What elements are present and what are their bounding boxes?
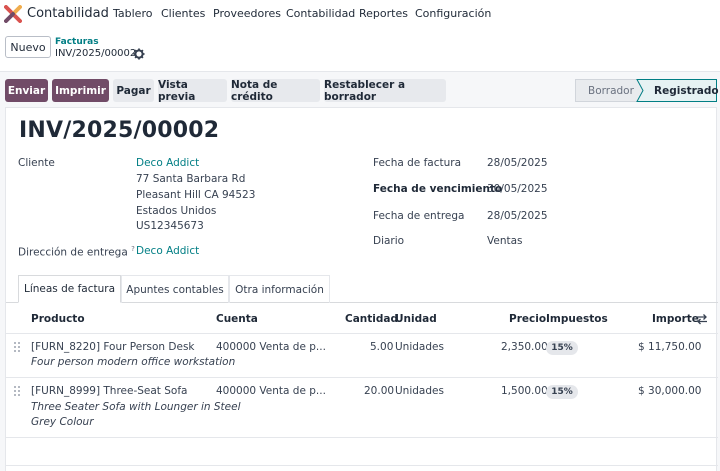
send-button[interactable]: Enviar	[5, 79, 48, 102]
new-button[interactable]: Nuevo	[5, 36, 51, 58]
reset-to-draft-button[interactable]: Restablecer a borrador	[324, 79, 446, 103]
delivery-address-link[interactable]: Deco Addict	[136, 245, 199, 257]
pay-button[interactable]: Pagar	[113, 79, 154, 102]
address-line-2: Pleasant Hill CA 94523	[136, 189, 256, 201]
row-2-amount: $ 30,000.00	[638, 385, 702, 397]
column-header-taxes[interactable]: Impuestos	[546, 313, 608, 325]
address-line-1: 77 Santa Barbara Rd	[136, 173, 246, 185]
column-header-unit[interactable]: Unidad	[395, 313, 437, 325]
address-line-3: Estados Unidos	[136, 205, 217, 217]
delivery-date-value[interactable]: 28/05/2025	[487, 210, 548, 222]
invoice-date-label: Fecha de factura	[373, 157, 462, 169]
row-2-product[interactable]: [FURN_8999] Three-Seat Sofa	[31, 385, 187, 397]
row-2-description-line-2[interactable]: Grey Colour	[31, 415, 94, 430]
print-button[interactable]: Imprimir	[52, 79, 109, 102]
status-bar: Borrador Registrado	[575, 79, 719, 102]
row-1-account[interactable]: 400000 Venta de p...	[216, 341, 326, 353]
row-2-unit[interactable]: Unidades	[395, 385, 444, 397]
drag-handle-icon[interactable]	[14, 386, 21, 396]
menu-clientes[interactable]: Clientes	[161, 7, 205, 20]
menu-configuracion[interactable]: Configuración	[415, 7, 491, 20]
credit-note-button[interactable]: Nota de crédito	[231, 79, 320, 103]
row-divider	[6, 377, 718, 378]
invoice-date-value[interactable]: 28/05/2025	[487, 157, 548, 169]
top-navbar: Contabilidad Tablero Clientes Proveedore…	[0, 0, 720, 28]
journal-value[interactable]: Ventas	[487, 235, 523, 247]
delivery-date-label: Fecha de entrega	[373, 210, 465, 222]
row-2-description-line-1[interactable]: Three Seater Sofa with Lounger in Steel	[31, 400, 241, 415]
column-header-account[interactable]: Cuenta	[216, 313, 258, 325]
menu-contabilidad[interactable]: Contabilidad	[286, 7, 355, 20]
row-1-description[interactable]: Four person modern office workstation	[31, 355, 235, 370]
invoice-form-sheet: INV/2025/00002 Cliente Deco Addict 77 Sa…	[5, 107, 718, 471]
accounting-app-icon[interactable]	[4, 5, 22, 23]
menu-tablero[interactable]: Tablero	[113, 7, 152, 20]
row-1-tax-badge[interactable]: 15%	[546, 341, 578, 355]
delivery-address-label: Dirección de entrega ?	[18, 245, 135, 259]
table-header-divider	[6, 333, 718, 334]
preview-button[interactable]: Vista previa	[158, 79, 227, 103]
menu-proveedores[interactable]: Proveedores	[213, 7, 281, 20]
tab-other-info[interactable]: Otra información	[229, 275, 330, 303]
tab-invoice-lines[interactable]: Líneas de factura	[18, 275, 121, 303]
drag-handle-icon[interactable]	[14, 342, 21, 352]
status-posted[interactable]: Registrado	[654, 79, 719, 102]
customer-label: Cliente	[18, 157, 55, 169]
delivery-address-label-text: Dirección de entrega	[18, 246, 128, 259]
optional-columns-icon[interactable]	[696, 313, 708, 325]
row-2-price[interactable]: 1,500.00	[501, 385, 548, 397]
column-header-product[interactable]: Producto	[31, 313, 85, 325]
row-divider	[6, 437, 718, 438]
menu-reportes[interactable]: Reportes	[359, 7, 408, 20]
row-divider	[6, 465, 718, 466]
row-1-unit[interactable]: Unidades	[395, 341, 444, 353]
help-icon[interactable]: ?	[131, 245, 135, 253]
journal-label: Diario	[373, 235, 405, 247]
row-2-account[interactable]: 400000 Venta de p...	[216, 385, 326, 397]
tab-journal-items[interactable]: Apuntes contables	[121, 275, 229, 303]
gear-icon[interactable]	[133, 48, 145, 60]
column-header-quantity[interactable]: Cantidad	[345, 313, 398, 325]
status-draft[interactable]: Borrador	[588, 79, 634, 102]
row-1-amount: $ 11,750.00	[638, 341, 702, 353]
row-2-quantity[interactable]: 20.00	[364, 385, 394, 397]
row-1-product[interactable]: [FURN_8220] Four Person Desk	[31, 341, 195, 353]
row-1-quantity[interactable]: 5.00	[370, 341, 393, 353]
breadcrumb-parent[interactable]: Facturas	[55, 37, 99, 47]
address-vat: US12345673	[136, 220, 204, 232]
due-date-label: Fecha de vencimiento	[373, 183, 503, 195]
row-1-price[interactable]: 2,350.00	[501, 341, 548, 353]
due-date-value[interactable]: 30/05/2025	[487, 183, 548, 195]
control-panel: Nuevo Facturas INV/2025/00002	[0, 28, 720, 72]
column-header-price[interactable]: Precio	[509, 313, 546, 325]
app-name[interactable]: Contabilidad	[27, 6, 109, 21]
breadcrumb-current: INV/2025/00002	[55, 48, 137, 59]
row-2-tax-badge[interactable]: 15%	[546, 385, 578, 399]
column-header-amount[interactable]: Importe	[652, 313, 699, 325]
invoice-title: INV/2025/00002	[19, 118, 220, 143]
customer-name-link[interactable]: Deco Addict	[136, 157, 199, 169]
